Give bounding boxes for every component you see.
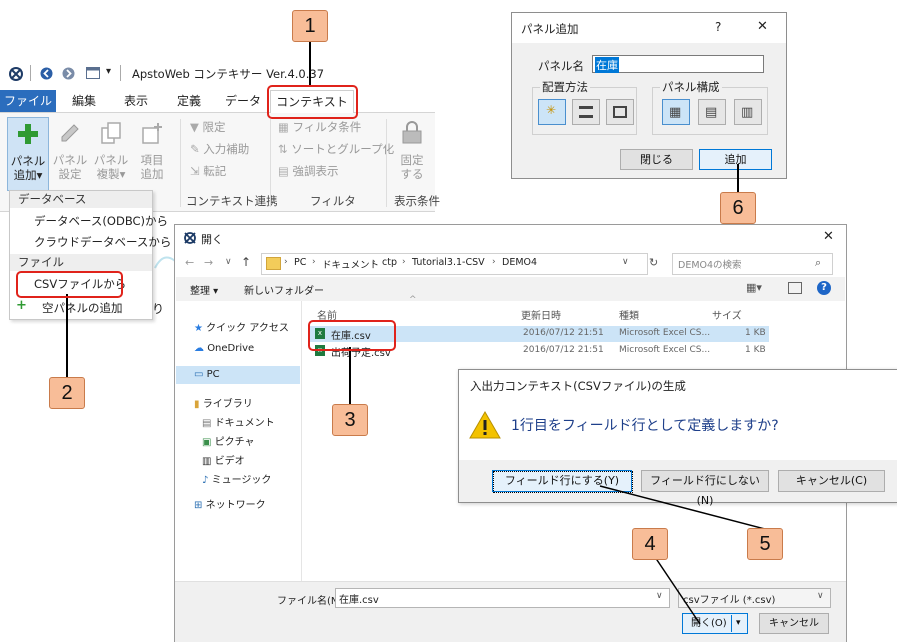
callout-4: 4 [632, 528, 668, 560]
focus-yes-button [493, 471, 633, 493]
callout-6: 6 [720, 192, 756, 224]
callout-3: 3 [332, 404, 368, 436]
callout-5: 5 [747, 528, 783, 560]
callout-2: 2 [49, 377, 85, 409]
highlight-selected-file [308, 320, 396, 351]
highlight-context-tab [267, 85, 358, 119]
callout-1: 1 [292, 10, 328, 42]
highlight-csv-menu-item [16, 271, 123, 298]
